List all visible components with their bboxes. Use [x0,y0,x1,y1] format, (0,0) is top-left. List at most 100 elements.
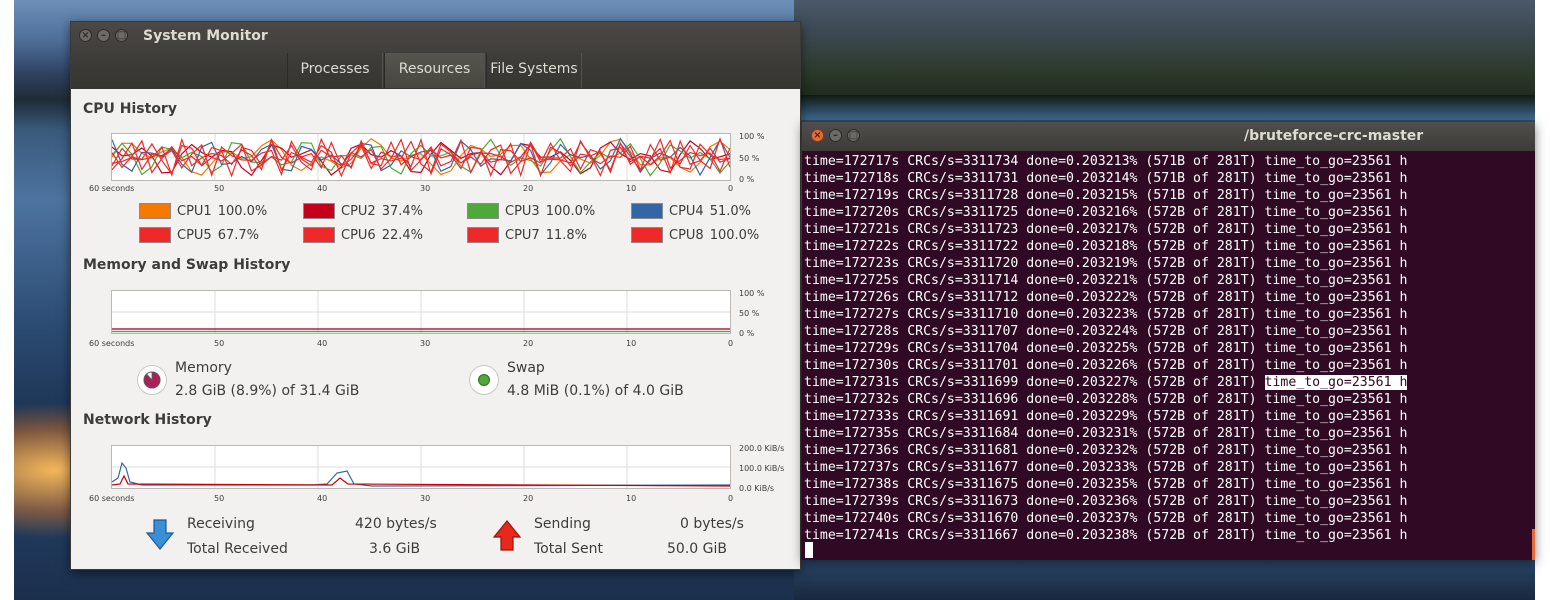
time-axis-label: 50 [214,184,225,193]
minimize-icon[interactable]: – [97,29,110,42]
cpu8-color-swatch[interactable] [631,227,663,243]
terminal-line: time=172739s CRCs/s=3311673 done=0.20323… [804,494,1408,509]
receiving-value: 420 bytes/s [355,516,437,532]
time-axis-label: 20 [523,494,534,503]
cpu6-color-swatch[interactable] [303,227,335,243]
terminal-line: time=172730s CRCs/s=3311701 done=0.20322… [804,358,1408,373]
terminal-line: time=172737s CRCs/s=3311677 done=0.20323… [804,460,1408,475]
memory-pie-icon[interactable] [137,365,167,395]
memory-history-plot [112,291,730,333]
cpu-name: CPU7 [505,227,540,243]
cpu-legend-cpu7[interactable]: CPU7 11.8% [467,227,587,247]
time-axis-label: 30 [420,494,431,503]
terminal-line: time=172733s CRCs/s=3311691 done=0.20322… [804,409,1408,424]
memory-history-graph [111,290,731,334]
window-titlebar[interactable]: × – □ System Monitor Processes Resources… [71,22,800,89]
sending-arrow-icon[interactable] [492,519,522,555]
total-sent-label: Total Sent [534,541,604,557]
time-axis-label: 30 [420,184,431,193]
terminal-line: time=172726s CRCs/s=3311712 done=0.20322… [804,290,1408,305]
terminal-title: /bruteforce-crc-master [1244,128,1424,144]
terminal-line: time=172741s CRCs/s=3311667 done=0.20323… [804,528,1408,543]
net-y-axis-100: 100.0 KiB/s [739,464,785,473]
maximize-icon[interactable]: □ [115,29,128,42]
terminal-line: time=172717s CRCs/s=3311734 done=0.20321… [804,154,1408,169]
tab-file-systems[interactable]: File Systems [486,53,582,88]
terminal-line: time=172725s CRCs/s=3311714 done=0.20322… [804,273,1408,288]
cpu1-color-swatch[interactable] [139,203,171,219]
net-y-axis-0: 0.0 KiB/s [739,484,775,493]
terminal-line: time=172738s CRCs/s=3311675 done=0.20323… [804,477,1408,492]
cpu-legend-cpu6[interactable]: CPU6 22.4% [303,227,423,247]
terminal-line: time=172720s CRCs/s=3311725 done=0.20321… [804,205,1408,220]
cpu-legend-cpu8[interactable]: CPU8 100.0% [631,227,759,247]
mem-y-axis-50: 50 % [739,309,760,318]
cpu-legend-cpu4[interactable]: CPU4 51.0% [631,203,751,223]
time-axis-label: 20 [523,184,534,193]
time-axis-label: 0 [728,339,734,348]
memory-value: 2.8 GiB (8.9%) of 31.4 GiB [175,383,360,399]
terminal-line: time=172740s CRCs/s=3311670 done=0.20323… [804,511,1408,526]
cpu-name: CPU1 [177,203,212,219]
time-axis-label: 50 [214,494,225,503]
cpu-percent: 51.0% [709,203,752,219]
maximize-icon[interactable]: □ [847,129,860,142]
cpu-name: CPU8 [669,227,704,243]
cpu-legend-cpu1[interactable]: CPU1 100.0% [139,203,267,223]
total-sent-value: 50.0 GiB [667,541,727,557]
time-axis-label: 40 [317,184,328,193]
time-axis-label: 0 [728,494,734,503]
minimize-icon[interactable]: – [829,129,842,142]
tab-resources[interactable]: Resources [384,53,485,88]
wallpaper-mountain [794,0,1535,120]
time-axis-label: 60 seconds [89,184,135,193]
terminal-window[interactable]: × – □ /bruteforce-crc-master time=172717… [802,122,1535,560]
cpu-y-axis-0: 0 % [739,175,755,184]
sending-label: Sending [534,516,591,532]
cpu-percent: 100.0% [709,227,760,243]
cpu4-color-swatch[interactable] [631,203,663,219]
terminal-cursor [805,542,813,558]
terminal-line: time=172729s CRCs/s=3311704 done=0.20322… [804,341,1408,356]
cpu-legend-cpu2[interactable]: CPU2 37.4% [303,203,423,223]
terminal-line: time=172722s CRCs/s=3311722 done=0.20321… [804,239,1408,254]
cpu2-color-swatch[interactable] [303,203,335,219]
terminal-line: time=172723s CRCs/s=3311720 done=0.20321… [804,256,1408,271]
terminal-line: time=172731s CRCs/s=3311699 done=0.20322… [804,375,1408,390]
terminal-line: time=172719s CRCs/s=3311728 done=0.20321… [804,188,1408,203]
cpu-percent: 11.8% [545,227,588,243]
close-icon[interactable]: × [79,29,92,42]
cpu-legend-cpu5[interactable]: CPU5 67.7% [139,227,259,247]
time-axis-label: 50 [214,339,225,348]
cpu3-color-swatch[interactable] [467,203,499,219]
close-icon[interactable]: × [811,129,824,142]
receiving-label: Receiving [187,516,255,532]
cpu-name: CPU3 [505,203,540,219]
cpu-y-axis-100: 100 % [739,132,765,141]
time-axis-label: 10 [626,494,637,503]
memory-history-title: Memory and Swap History [83,257,291,273]
terminal-output[interactable]: time=172717s CRCs/s=3311734 done=0.20321… [804,153,1408,544]
mem-y-axis-100: 100 % [739,289,765,298]
cpu-history-plot [112,134,730,180]
scrollbar[interactable] [1532,529,1535,560]
swap-pie-icon[interactable] [469,365,499,395]
swap-value: 4.8 MiB (0.1%) of 4.0 GiB [507,383,684,399]
time-axis-label: 60 seconds [89,494,135,503]
cpu-name: CPU4 [669,203,704,219]
terminal-line: time=172721s CRCs/s=3311723 done=0.20321… [804,222,1408,237]
terminal-line: time=172736s CRCs/s=3311681 done=0.20323… [804,443,1408,458]
cpu5-color-swatch[interactable] [139,227,171,243]
receiving-arrow-icon[interactable] [145,519,175,555]
terminal-titlebar[interactable]: × – □ /bruteforce-crc-master [802,122,1535,151]
net-y-axis-200: 200.0 KiB/s [739,444,785,453]
cpu-percent: 37.4% [381,203,424,219]
cpu7-color-swatch[interactable] [467,227,499,243]
cpu-legend-cpu3[interactable]: CPU3 100.0% [467,203,595,223]
time-axis-label: 30 [420,339,431,348]
cpu-name: CPU2 [341,203,376,219]
mem-y-axis-0: 0 % [739,329,755,338]
tab-processes[interactable]: Processes [287,53,383,88]
total-received-label: Total Received [187,541,288,557]
selected-text[interactable]: time_to_go=23561 h [1264,375,1408,390]
